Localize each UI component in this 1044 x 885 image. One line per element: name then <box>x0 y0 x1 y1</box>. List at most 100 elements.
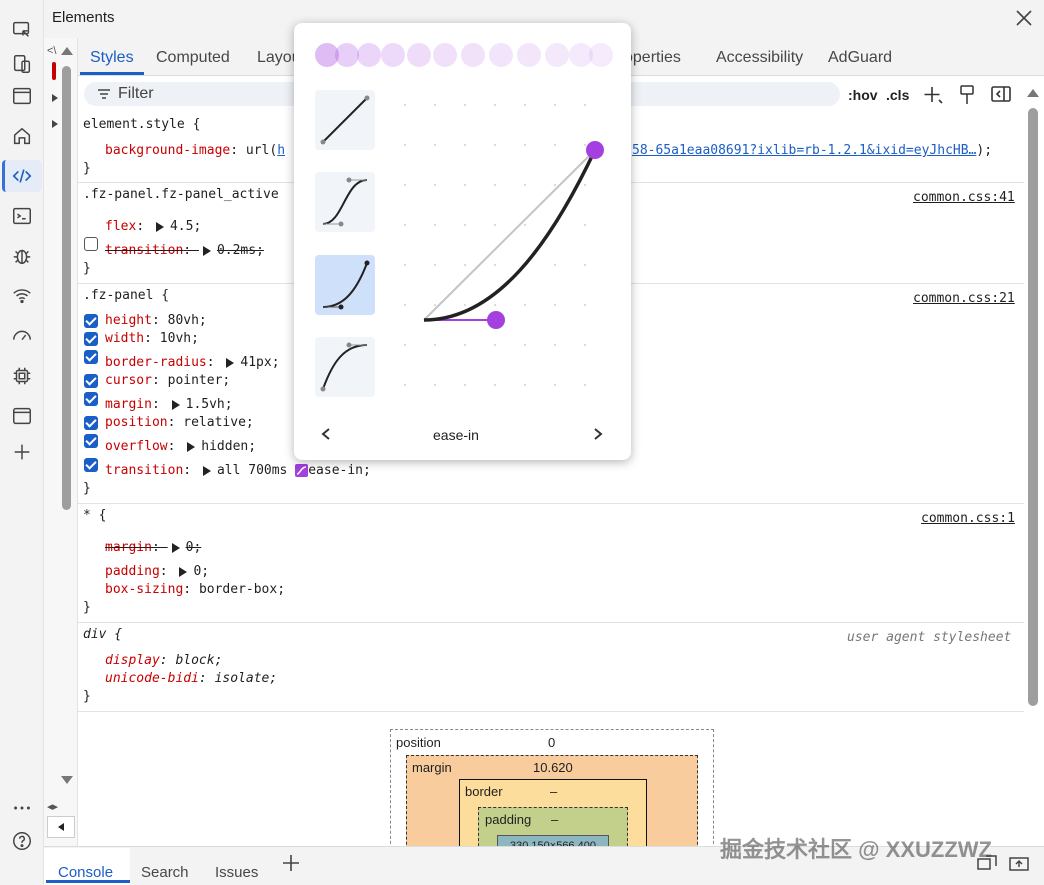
hov-toggle[interactable]: :hov <box>848 87 878 103</box>
tab-accessibility[interactable]: Accessibility <box>716 49 803 67</box>
url-link-start[interactable]: h <box>277 143 285 158</box>
preset-ease-in[interactable] <box>315 255 375 315</box>
expand-arrow-icon[interactable] <box>52 94 58 102</box>
prop-value[interactable]: 0; <box>186 540 202 555</box>
styles-scrollbar[interactable] <box>1028 108 1038 706</box>
previous-preset-icon[interactable] <box>320 427 332 444</box>
prop-value[interactable]: url( <box>246 143 277 158</box>
decl-checkbox[interactable] <box>84 392 98 406</box>
prop-name[interactable]: padding <box>105 564 160 579</box>
bug-icon[interactable] <box>10 244 34 268</box>
tab-styles[interactable]: Styles <box>90 49 134 67</box>
prop-value[interactable]: all 700ms <box>217 463 287 478</box>
easing-value[interactable]: ease-in; <box>308 463 371 478</box>
decl-checkbox[interactable] <box>84 332 98 346</box>
home-icon[interactable] <box>10 124 34 148</box>
network-wifi-icon[interactable] <box>10 284 34 308</box>
tab-computed[interactable]: Computed <box>156 49 230 67</box>
styles-scroll-up-icon[interactable] <box>1027 89 1039 97</box>
expand-arrow-icon[interactable] <box>52 120 58 128</box>
decl-checkbox[interactable] <box>84 458 98 472</box>
prop-value[interactable]: 0; <box>193 564 209 579</box>
prop-value[interactable]: relative; <box>183 415 253 430</box>
prop-name[interactable]: height <box>105 313 152 328</box>
window-icon[interactable] <box>10 84 34 108</box>
decl-checkbox[interactable] <box>84 314 98 328</box>
prop-name[interactable]: background-image <box>105 143 230 158</box>
prop-value[interactable]: hidden; <box>201 439 256 454</box>
expand-value-icon[interactable] <box>171 399 180 410</box>
decl-checkbox[interactable] <box>84 416 98 430</box>
new-rule-icon[interactable] <box>922 84 944 109</box>
drawer-tab-search[interactable]: Search <box>141 864 189 881</box>
add-drawer-tab-icon[interactable] <box>281 853 301 876</box>
prop-name[interactable]: margin <box>105 397 152 412</box>
expand-value-icon[interactable] <box>202 465 211 476</box>
margin-value[interactable]: 10.620 <box>533 760 573 775</box>
horizontal-scroll-icon[interactable]: ◂▸ <box>47 800 58 813</box>
drawer-tab-console[interactable]: Console <box>58 864 113 881</box>
prop-name[interactable]: box-sizing <box>105 582 183 597</box>
dom-tag-chevron-icon[interactable]: <\ <box>47 45 56 57</box>
console-icon[interactable] <box>10 204 34 228</box>
prop-name[interactable]: cursor <box>105 373 152 388</box>
position-value[interactable]: 0 <box>548 735 555 750</box>
prop-value[interactable]: 80vh; <box>168 313 207 328</box>
help-icon[interactable] <box>10 829 34 853</box>
inspect-icon[interactable] <box>10 18 34 42</box>
scroll-up-icon[interactable] <box>61 47 73 55</box>
expand-value-icon[interactable] <box>187 441 196 452</box>
decl-checkbox[interactable] <box>84 350 98 364</box>
decl-checkbox-off[interactable] <box>84 237 98 251</box>
prop-name[interactable]: transition <box>105 463 183 478</box>
scroll-left-button[interactable] <box>47 816 75 838</box>
undock-icon[interactable] <box>1008 853 1030 876</box>
easing-preview-track[interactable] <box>313 40 613 70</box>
prop-name[interactable]: overflow <box>105 439 168 454</box>
application-window-icon[interactable] <box>10 404 34 428</box>
expand-value-icon[interactable] <box>179 566 188 577</box>
prop-name[interactable]: position <box>105 415 168 430</box>
elements-code-icon[interactable] <box>10 164 34 188</box>
decl-checkbox[interactable] <box>84 374 98 388</box>
tab-adguard[interactable]: AdGuard <box>828 49 892 67</box>
prop-name[interactable]: transition <box>105 243 183 258</box>
close-icon[interactable] <box>1014 8 1034 28</box>
preset-ease-out[interactable] <box>315 337 375 397</box>
prop-value[interactable]: 1.5vh; <box>186 397 233 412</box>
preset-ease-in-out[interactable] <box>315 172 375 232</box>
border-value[interactable]: – <box>550 784 557 799</box>
prop-value[interactable]: pointer; <box>168 373 231 388</box>
control-point-1[interactable] <box>487 311 505 329</box>
prop-name[interactable]: flex <box>105 219 136 234</box>
cls-toggle[interactable]: .cls <box>886 87 909 103</box>
prop-value[interactable]: border-box; <box>199 582 285 597</box>
performance-gauge-icon[interactable] <box>10 324 34 348</box>
device-toggle-icon[interactable] <box>10 52 34 76</box>
decl-checkbox[interactable] <box>84 434 98 448</box>
bezier-curve-canvas[interactable] <box>390 95 615 395</box>
source-link-common-css-41[interactable]: common.css:41 <box>913 190 1015 205</box>
preset-linear[interactable] <box>315 90 375 150</box>
more-icon[interactable] <box>10 796 34 820</box>
source-link-common-css-1[interactable]: common.css:1 <box>921 511 1015 526</box>
control-point-2[interactable] <box>586 141 604 159</box>
prop-value[interactable]: 10vh; <box>160 331 199 346</box>
padding-value[interactable]: – <box>551 812 558 827</box>
prop-value[interactable]: 41px; <box>240 355 279 370</box>
prop-name[interactable]: width <box>105 331 144 346</box>
expand-value-icon[interactable] <box>226 357 235 368</box>
scroll-down-icon[interactable] <box>61 776 73 784</box>
easing-swatch-icon[interactable] <box>295 464 309 477</box>
paint-brush-icon[interactable] <box>957 84 977 109</box>
expand-value-icon[interactable] <box>202 245 211 256</box>
prop-name[interactable]: margin <box>105 540 152 555</box>
expand-value-icon[interactable] <box>155 221 164 232</box>
memory-chip-icon[interactable] <box>10 364 34 388</box>
tab-properties[interactable]: operties <box>624 49 681 67</box>
expand-value-icon[interactable] <box>171 542 180 553</box>
add-tool-icon[interactable] <box>10 440 34 464</box>
next-preset-icon[interactable] <box>592 427 604 444</box>
prop-name[interactable]: border-radius <box>105 355 207 370</box>
prop-value[interactable]: 4.5; <box>170 219 201 234</box>
